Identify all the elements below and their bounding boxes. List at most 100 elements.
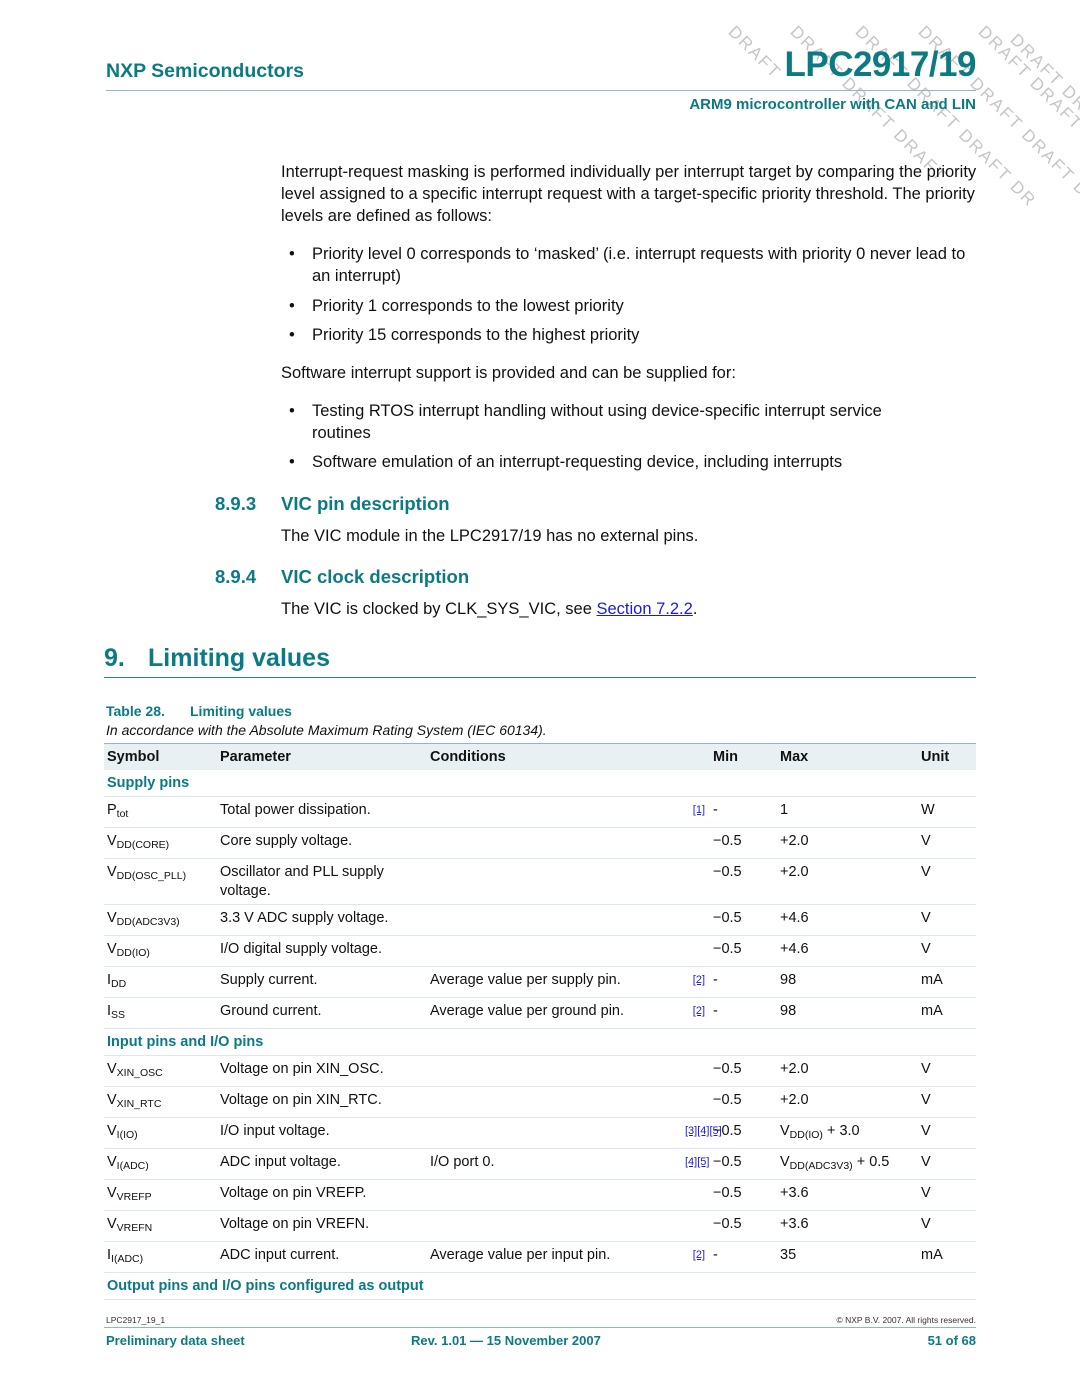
section-heading-8-9-3: 8.9.3 VIC pin description bbox=[215, 493, 450, 515]
list-item-text: Testing RTOS interrupt handling without … bbox=[312, 402, 882, 442]
cell-conditions bbox=[430, 1087, 685, 1117]
watermark-text: DRAFT bbox=[724, 22, 786, 83]
footer-divider bbox=[104, 1327, 976, 1328]
cell-parameter: ADC input current. bbox=[220, 1247, 340, 1263]
symbol-subscript: DD bbox=[111, 978, 127, 990]
symbol-subscript: DD(IO) bbox=[116, 947, 150, 959]
max-subscript: DD(IO) bbox=[789, 1129, 823, 1141]
section-title: VIC pin description bbox=[281, 493, 450, 514]
cell-max: +3.6 bbox=[780, 1180, 921, 1210]
header-max: Max bbox=[780, 748, 809, 765]
bullet-icon: • bbox=[289, 453, 295, 471]
header-symbol: Symbol bbox=[107, 748, 160, 765]
cell-symbol: VXIN_OSC bbox=[104, 1056, 220, 1086]
cell-conditions: Average value per input pin. bbox=[430, 1247, 611, 1263]
vic-clock-text-before: The VIC is clocked by CLK_SYS_VIC, see bbox=[281, 600, 597, 618]
cell-conditions: I/O port 0. bbox=[430, 1154, 495, 1170]
cell-reference bbox=[685, 1180, 709, 1210]
vic-clock-text: The VIC is clocked by CLK_SYS_VIC, see S… bbox=[281, 598, 981, 620]
cell-reference bbox=[685, 1211, 709, 1241]
cell-conditions bbox=[430, 1118, 685, 1148]
cell-reference bbox=[685, 828, 709, 858]
cell-max: +2.0 bbox=[780, 859, 921, 904]
intro-paragraph: Interrupt-request masking is performed i… bbox=[281, 163, 977, 225]
section-number: 9. bbox=[104, 644, 125, 672]
footnote-reference-link[interactable]: [2] bbox=[693, 1005, 705, 1017]
cell-symbol: II(ADC) bbox=[104, 1242, 220, 1272]
cell-min: −0.5 bbox=[713, 1061, 742, 1077]
document-subtitle: ARM9 microcontroller with CAN and LIN bbox=[689, 96, 976, 113]
cell-unit: mA bbox=[921, 1247, 943, 1263]
vic-clock-text-after: . bbox=[692, 600, 698, 618]
cell-unit: mA bbox=[921, 972, 943, 988]
cell-max: VDD(ADC3V3) + 0.5 bbox=[780, 1149, 921, 1179]
table-group-row: Supply pins bbox=[104, 770, 976, 797]
table-row: VDD(ADC3V3) 3.3 V ADC supply voltage. −0.5… bbox=[104, 905, 976, 936]
cell-parameter: I/O digital supply voltage. bbox=[220, 941, 383, 957]
max-main: 98 bbox=[780, 1003, 797, 1019]
footnote-reference-link[interactable]: [2] bbox=[693, 974, 705, 986]
cell-unit: V bbox=[921, 1092, 931, 1108]
bullet-icon: • bbox=[289, 326, 295, 344]
max-main: +2.0 bbox=[780, 1092, 809, 1108]
cell-symbol: VXIN_RTC bbox=[104, 1087, 220, 1117]
symbol-main: V bbox=[107, 941, 117, 957]
cell-min: - bbox=[713, 1247, 718, 1263]
section-7-2-2-link[interactable]: Section 7.2.2 bbox=[596, 600, 692, 618]
max-main: V bbox=[780, 1154, 790, 1170]
table-group-row: Output pins and I/O pins configured as o… bbox=[104, 1273, 976, 1300]
cell-symbol: VVREFP bbox=[104, 1180, 220, 1210]
list-item-text: Software emulation of an interrupt-reque… bbox=[312, 453, 843, 471]
cell-max: +4.6 bbox=[780, 905, 921, 935]
footer-revision: Rev. 1.01 — 15 November 2007 bbox=[411, 1333, 601, 1348]
cell-unit: mA bbox=[921, 1003, 943, 1019]
header-divider bbox=[106, 90, 976, 91]
cell-reference: [1] bbox=[685, 797, 709, 827]
cell-parameter: Voltage on pin VREFN. bbox=[220, 1216, 370, 1232]
limiting-values-table: Symbol Parameter Conditions Min Max Unit… bbox=[104, 743, 976, 1300]
table-row: VDD(IO) I/O digital supply voltage. −0.5 +4… bbox=[104, 936, 976, 967]
cell-symbol: VDD(CORE) bbox=[104, 828, 220, 858]
symbol-main: V bbox=[107, 864, 117, 880]
cell-parameter: Supply current. bbox=[220, 972, 318, 988]
table-row: IDD Supply current. Average value per supp… bbox=[104, 967, 976, 998]
table-caption: Table 28. Limiting values bbox=[106, 703, 292, 719]
cell-unit: V bbox=[921, 910, 931, 926]
cell-min: −0.5 bbox=[713, 833, 742, 849]
symbol-main: V bbox=[107, 1061, 117, 1077]
symbol-subscript: XIN_RTC bbox=[116, 1098, 162, 1110]
symbol-subscript: I(ADC) bbox=[111, 1253, 144, 1265]
table-row: VXIN_RTC Voltage on pin XIN_RTC. −0.5 +2.0 V bbox=[104, 1087, 976, 1118]
symbol-subscript: XIN_OSC bbox=[116, 1067, 163, 1079]
cell-min: −0.5 bbox=[713, 1154, 742, 1170]
cell-max: +3.6 bbox=[780, 1211, 921, 1241]
list-item: • Priority 15 corresponds to the highest… bbox=[281, 324, 981, 346]
table-row: VVREFN Voltage on pin VREFN. −0.5 +3.6 V bbox=[104, 1211, 976, 1242]
max-main: +2.0 bbox=[780, 864, 809, 880]
cell-conditions bbox=[430, 797, 685, 827]
footnote-reference-link[interactable]: [4][5] bbox=[685, 1156, 709, 1168]
cell-min: −0.5 bbox=[713, 910, 742, 926]
cell-symbol: VDD(IO) bbox=[104, 936, 220, 966]
cell-unit: V bbox=[921, 941, 931, 957]
cell-conditions: Average value per supply pin. bbox=[430, 972, 621, 988]
footnote-reference-link[interactable]: [2] bbox=[693, 1249, 705, 1261]
company-name: NXP Semiconductors bbox=[106, 60, 304, 82]
footer-doc-type: Preliminary data sheet bbox=[106, 1333, 245, 1348]
cell-reference bbox=[685, 905, 709, 935]
max-main: +4.6 bbox=[780, 910, 809, 926]
cell-reference: [4][5] bbox=[685, 1149, 709, 1179]
cell-parameter: Total power dissipation. bbox=[220, 802, 371, 818]
header-parameter: Parameter bbox=[220, 748, 291, 765]
cell-conditions bbox=[430, 1180, 685, 1210]
header-min: Min bbox=[713, 748, 738, 765]
cell-parameter: Voltage on pin VREFP. bbox=[220, 1185, 367, 1201]
cell-conditions bbox=[430, 936, 685, 966]
max-suffix: + 0.5 bbox=[852, 1154, 890, 1170]
cell-min: −0.5 bbox=[713, 941, 742, 957]
list-item: • Priority 1 corresponds to the lowest p… bbox=[281, 295, 981, 317]
list-item-text: Priority 1 corresponds to the lowest pri… bbox=[312, 297, 624, 315]
footnote-reference-link[interactable]: [1] bbox=[693, 804, 705, 816]
bullet-icon: • bbox=[289, 245, 295, 263]
document-title: LPC2917/19 bbox=[784, 45, 976, 84]
